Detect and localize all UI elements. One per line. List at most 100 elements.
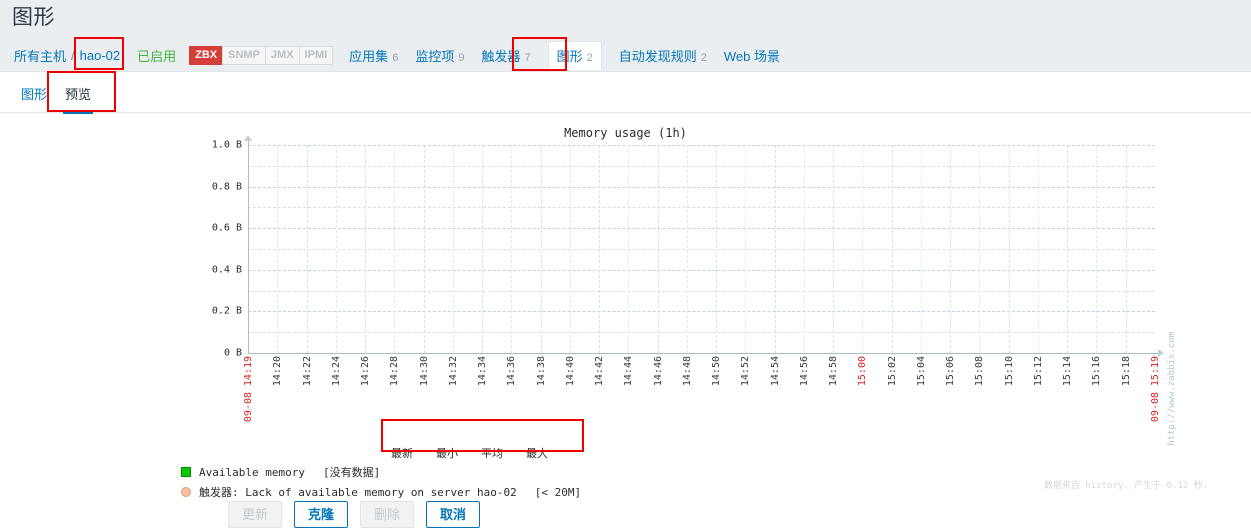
x-tick-label: 15:10 xyxy=(1003,356,1015,387)
nav-item-applications-label: 应用集 xyxy=(349,48,389,64)
breadcrumb-all-hosts[interactable]: 所有主机 xyxy=(14,46,66,65)
badge-ipmi: IPMI xyxy=(298,45,334,65)
x-axis-end-date: 09-08 xyxy=(1150,392,1161,423)
x-tick-label: 14:42 xyxy=(594,356,606,387)
x-tick-label: 15:06 xyxy=(945,356,957,387)
x-tick-label: 14:50 xyxy=(711,356,723,387)
trigger-prefix: 触发器 xyxy=(199,486,232,499)
gridline-vertical xyxy=(891,145,893,353)
clone-button[interactable]: 克隆 xyxy=(294,501,349,528)
nav-item-graphs-label: 图形 xyxy=(556,48,583,64)
trigger-threshold: [< 20M] xyxy=(534,485,582,499)
x-tick-label: 14:28 xyxy=(389,356,401,387)
nav-item-web-label: Web 场景 xyxy=(723,48,780,64)
gridline-vertical xyxy=(686,145,688,353)
x-tick-label: 14:44 xyxy=(623,356,635,387)
nav-item-items[interactable]: 监控项 9 xyxy=(415,46,464,65)
legend-header: 最大 xyxy=(526,447,548,460)
gridline-vertical xyxy=(1037,145,1039,353)
trigger-color-swatch-icon xyxy=(181,487,191,497)
legend-header: 最小 xyxy=(436,447,458,460)
nav-item-applications[interactable]: 应用集 6 xyxy=(349,46,398,65)
series-name: Available memory xyxy=(199,465,305,479)
x-tick-label: 14:40 xyxy=(564,356,576,387)
gridline-vertical xyxy=(657,145,659,353)
x-tick-label: 14:26 xyxy=(360,356,372,387)
gridline-vertical xyxy=(394,145,396,353)
breadcrumb-host[interactable]: hao-02 xyxy=(80,48,120,63)
x-tick-label: 15:00 xyxy=(857,356,869,387)
gridline-vertical xyxy=(803,145,805,353)
y-tick-label: 0.8 B xyxy=(211,181,242,193)
gridline-vertical xyxy=(716,145,718,353)
legend-header: 平均 xyxy=(481,447,503,460)
breadcrumb-separator: / xyxy=(71,47,75,63)
x-tick-label: 14:38 xyxy=(535,356,547,387)
gridline-vertical xyxy=(511,145,513,353)
gridline-vertical xyxy=(745,145,747,353)
host-nav-items: 所有主机 / hao-02 已启用 ZBX SNMP JMX IPMI 应用集 6 监控项 9 触发器 7… xyxy=(14,38,797,72)
badge-zbx[interactable]: ZBX xyxy=(189,45,224,65)
x-tick-label: 15:08 xyxy=(974,356,986,387)
x-tick-label: 15:02 xyxy=(886,356,898,387)
nav-item-triggers-label: 触发器 xyxy=(481,48,521,64)
gridline-horizontal xyxy=(248,228,1155,230)
tab-preview-label: 预览 xyxy=(65,87,92,102)
gridline-vertical xyxy=(950,145,952,353)
x-tick-label: 14:54 xyxy=(769,356,781,387)
tab-preview[interactable]: 预览 xyxy=(63,81,94,114)
gridline-horizontal xyxy=(248,145,1155,146)
gridline-horizontal-minor xyxy=(248,332,1155,334)
x-tick-label: 14:22 xyxy=(301,356,313,387)
x-tick-label: 14:19 xyxy=(243,356,254,387)
y-tick-label: 1.0 B xyxy=(211,139,242,151)
x-tick-label: 15:12 xyxy=(1032,356,1044,387)
legend-column-headers: 最新 最小 平均 最大 xyxy=(391,445,571,461)
gridline-horizontal-minor xyxy=(248,290,1155,292)
subtab-bar: 图形 预览 xyxy=(0,73,1251,114)
cancel-button[interactable]: 取消 xyxy=(426,501,481,528)
host-status: 已启用 xyxy=(137,48,177,64)
y-tick-label: 0.2 B xyxy=(211,305,242,317)
gridline-horizontal xyxy=(248,186,1155,188)
x-tick-label: 14:30 xyxy=(418,356,430,387)
tab-graph[interactable]: 图形 xyxy=(19,81,49,106)
nav-item-items-count: 9 xyxy=(458,51,465,64)
gridline-vertical xyxy=(569,145,571,353)
nav-item-applications-count: 6 xyxy=(392,51,399,64)
y-tick-label: 0.4 B xyxy=(211,264,242,276)
gridline-vertical xyxy=(1067,145,1069,353)
graph-title: Memory usage (1h) xyxy=(564,126,687,140)
gridline-vertical xyxy=(365,145,367,353)
form-action-buttons: 更新 克隆 删除 取消 xyxy=(228,501,481,528)
page-root: 图形 所有主机 / hao-02 已启用 ZBX SNMP JMX IPMI 应用集 6 监控项 9 触… xyxy=(0,0,1251,529)
nav-item-graphs-count: 2 xyxy=(586,51,593,64)
gridline-vertical xyxy=(1008,145,1010,353)
gridline-vertical xyxy=(482,145,484,353)
gridline-vertical xyxy=(920,145,922,353)
nav-item-graphs[interactable]: 图形 2 xyxy=(547,40,602,70)
gridline-vertical xyxy=(862,145,864,353)
delete-button: 删除 xyxy=(360,501,415,528)
gridline-vertical xyxy=(599,145,601,353)
update-button: 更新 xyxy=(228,501,283,528)
gridline-horizontal xyxy=(248,269,1155,271)
gridline-vertical xyxy=(833,145,835,353)
gridline-vertical xyxy=(306,145,308,353)
nav-item-web[interactable]: Web 场景 xyxy=(724,46,780,65)
y-axis-line xyxy=(248,141,249,354)
x-tick-label: 15:14 xyxy=(1062,356,1074,387)
x-tick-label: 15:19 xyxy=(1150,356,1161,387)
x-tick-label: 15:16 xyxy=(1091,356,1103,387)
nav-item-discovery[interactable]: 自动发现规则 2 xyxy=(619,46,707,65)
nav-item-triggers[interactable]: 触发器 7 xyxy=(481,46,530,65)
legend-item-series: Available memory [没有数据] xyxy=(181,464,380,480)
x-axis-line xyxy=(248,353,1159,354)
gridline-vertical xyxy=(628,145,630,353)
y-axis-ticks: 1.0 B 0.8 B 0.6 B 0.4 B 0.2 B0 B xyxy=(190,139,242,359)
header-band xyxy=(0,0,1251,38)
nav-item-discovery-label: 自动发现规则 xyxy=(618,48,697,64)
gridline-vertical xyxy=(423,145,425,353)
y-tick-label: 0.6 B xyxy=(211,222,242,234)
tab-graph-label: 图形 xyxy=(21,87,48,102)
